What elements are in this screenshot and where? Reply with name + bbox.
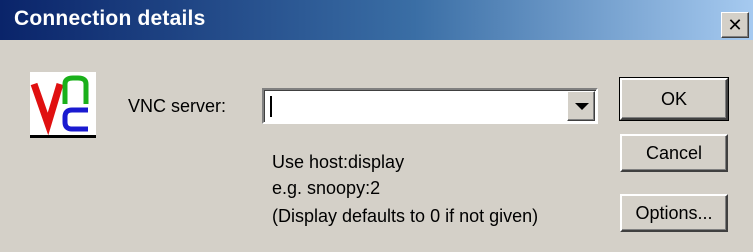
ok-button[interactable]: OK xyxy=(619,77,729,121)
vnc-server-label: VNC server: xyxy=(128,96,227,116)
cancel-button-label: Cancel xyxy=(645,142,703,163)
vnc-logo-icon xyxy=(30,72,96,138)
hint-line-2: e.g. snoopy:2 xyxy=(272,178,381,198)
vnc-server-input[interactable] xyxy=(267,93,571,119)
hint-line-3: (Display defaults to 0 if not given) xyxy=(272,206,539,226)
options-button[interactable]: Options... xyxy=(620,194,728,232)
dropdown-arrow-button[interactable] xyxy=(567,91,595,121)
ok-button-label: OK xyxy=(660,88,687,109)
window-title: Connection details xyxy=(14,7,206,30)
close-icon: ✕ xyxy=(727,14,743,35)
title-bar: Connection details ✕ xyxy=(0,0,753,40)
text-caret xyxy=(270,96,272,117)
hint-line-1: Use host:display xyxy=(272,152,405,172)
cancel-button[interactable]: Cancel xyxy=(620,134,728,172)
connection-dialog: Connection details ✕ VNC server: Use hos… xyxy=(0,0,753,252)
options-button-label: Options... xyxy=(635,202,713,223)
vnc-server-combobox[interactable] xyxy=(262,88,598,124)
close-button[interactable]: ✕ xyxy=(721,12,749,38)
